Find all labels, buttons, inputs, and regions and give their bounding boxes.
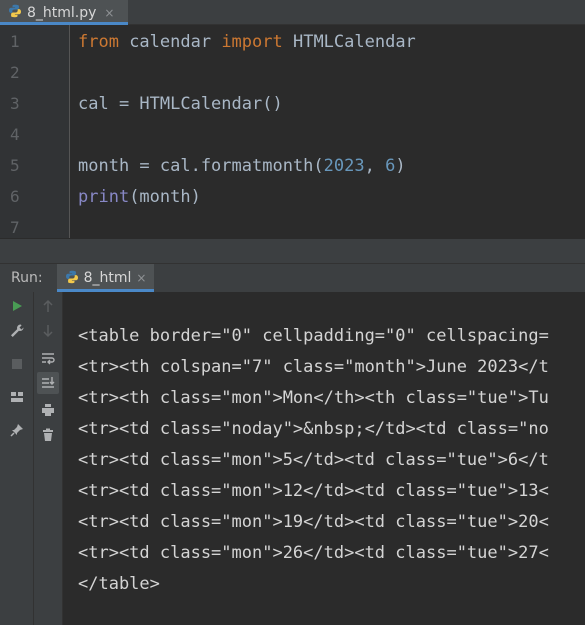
run-label: Run:: [11, 270, 43, 286]
console-line: <tr><td class="mon">12</td><td class="tu…: [78, 481, 549, 501]
wrench-icon[interactable]: [6, 320, 28, 342]
code-token: from: [78, 31, 119, 52]
code-token: ): [395, 155, 406, 176]
code-token: import: [221, 31, 283, 52]
layout-icon[interactable]: [6, 386, 28, 408]
line-number: 7: [10, 218, 20, 237]
pin-icon[interactable]: [6, 419, 28, 441]
code-text: month = cal.formatmonth(2023, 6): [78, 156, 406, 176]
code-line[interactable]: 5 month = cal.formatmonth(2023, 6): [0, 150, 585, 181]
code-text: from calendar import HTMLCalendar: [78, 32, 416, 52]
line-number: 5: [10, 156, 20, 175]
code-token: month = cal.formatmonth(: [78, 155, 324, 176]
line-number: 2: [10, 63, 20, 82]
scroll-to-end-icon[interactable]: [37, 372, 59, 394]
python-file-icon: [8, 3, 22, 22]
code-line[interactable]: 2: [0, 57, 585, 88]
code-line[interactable]: 4: [0, 119, 585, 150]
run-tab-close-icon[interactable]: ×: [136, 271, 146, 285]
code-token: cal = HTMLCalendar(): [78, 93, 283, 114]
run-toolbar-secondary: [34, 292, 63, 625]
panel-splitter[interactable]: [0, 238, 585, 264]
tab-8-html-py[interactable]: 8_html.py ×: [0, 0, 128, 25]
run-toolbar-primary: [0, 292, 34, 625]
code-token: 6: [385, 155, 396, 176]
console-line: <tr><td class="mon">19</td><td class="tu…: [78, 512, 549, 532]
editor-tab-bar: 8_html.py ×: [0, 0, 585, 25]
console-line: <tr><td class="mon">5</td><td class="tue…: [78, 450, 549, 470]
line-number: 4: [10, 125, 20, 144]
tab-close-icon[interactable]: ×: [104, 6, 114, 20]
tab-title: 8_html.py: [27, 4, 97, 21]
line-number: 1: [10, 32, 20, 51]
console-output[interactable]: <table border="0" cellpadding="0" cellsp…: [63, 292, 585, 625]
code-editor[interactable]: 1 from calendar import HTMLCalendar 2 3 cal …: [0, 25, 585, 238]
trash-icon[interactable]: [37, 424, 59, 446]
run-icon[interactable]: [6, 295, 28, 317]
line-number: 6: [10, 187, 20, 206]
line-number: 3: [10, 94, 20, 113]
code-text: print(month): [78, 187, 201, 207]
console-line: <tr><th colspan="7" class="month">June 2…: [78, 357, 549, 377]
run-tab-8-html[interactable]: 8_html ×: [56, 264, 155, 292]
code-token: calendar: [118, 31, 222, 52]
down-arrow-icon[interactable]: [37, 320, 59, 342]
up-arrow-icon[interactable]: [37, 295, 59, 317]
console-line: <tr><td class="noday">&nbsp;</td><td cla…: [78, 419, 549, 439]
code-token: (month): [129, 186, 201, 207]
code-text: cal = HTMLCalendar(): [78, 94, 283, 114]
run-tab-title: 8_html: [83, 270, 132, 286]
code-line[interactable]: 3 cal = HTMLCalendar(): [0, 88, 585, 119]
code-line[interactable]: 1 from calendar import HTMLCalendar: [0, 26, 585, 57]
code-token: 2023: [323, 155, 365, 176]
code-token: HTMLCalendar: [282, 31, 416, 52]
code-token: ,: [364, 155, 386, 176]
console-line: <tr><td class="mon">26</td><td class="tu…: [78, 543, 549, 563]
console-line: <table border="0" cellpadding="0" cellsp…: [78, 326, 549, 346]
console-line: <tr><th class="mon">Mon</th><th class="t…: [78, 388, 549, 408]
code-line[interactable]: 6 print(month): [0, 181, 585, 212]
console-line: </table>: [78, 574, 160, 594]
soft-wrap-icon[interactable]: [37, 347, 59, 369]
code-token: print: [78, 186, 130, 207]
run-tool-window-header: Run: 8_html ×: [0, 264, 585, 292]
print-icon[interactable]: [37, 399, 59, 421]
python-file-icon: [65, 269, 79, 288]
stop-icon[interactable]: [6, 353, 28, 375]
